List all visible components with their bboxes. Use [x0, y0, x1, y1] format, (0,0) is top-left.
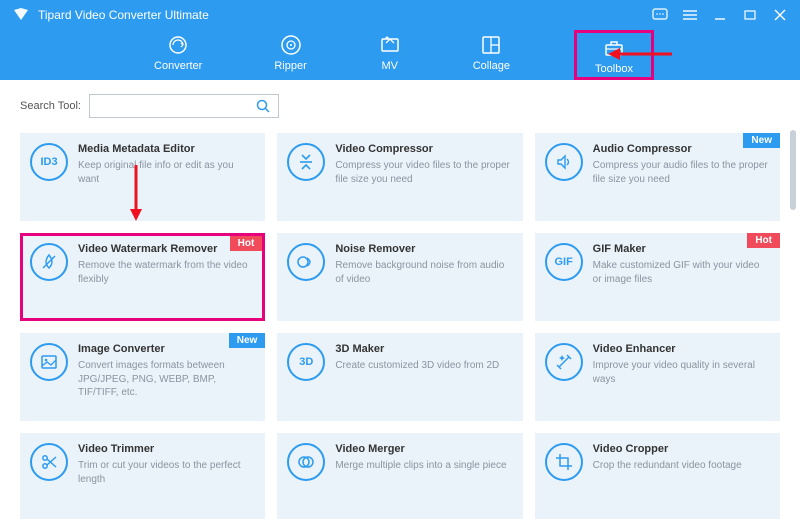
- app-logo-icon: [12, 6, 30, 24]
- card-desc: Make customized GIF with your video or i…: [593, 259, 768, 286]
- hot-badge: Hot: [747, 233, 780, 248]
- new-badge: New: [743, 133, 780, 148]
- card-title: Audio Compressor: [593, 143, 768, 155]
- scrollbar[interactable]: [790, 130, 796, 210]
- tool-video-compressor[interactable]: Video Compressor Compress your video fil…: [277, 133, 522, 221]
- content-area: Search Tool: ID3 Media Metadata Editor K…: [0, 80, 800, 519]
- tool-video-cropper[interactable]: Video Cropper Crop the redundant video f…: [535, 433, 780, 519]
- 3d-icon: 3D: [287, 343, 325, 381]
- card-title: Noise Remover: [335, 243, 510, 255]
- card-title: 3D Maker: [335, 343, 510, 355]
- tab-label: Converter: [154, 60, 202, 72]
- hot-badge: Hot: [230, 236, 263, 251]
- tool-video-trimmer[interactable]: Video Trimmer Trim or cut your videos to…: [20, 433, 265, 519]
- card-title: Video Cropper: [593, 443, 768, 455]
- compress-icon: [287, 143, 325, 181]
- card-title: GIF Maker: [593, 243, 768, 255]
- card-desc: Crop the redundant video footage: [593, 459, 768, 473]
- watermark-icon: [30, 243, 68, 281]
- enhance-icon: [545, 343, 583, 381]
- card-desc: Create customized 3D video from 2D: [335, 359, 510, 373]
- card-title: Media Metadata Editor: [78, 143, 253, 155]
- toolbox-icon: [603, 37, 625, 59]
- tool-grid: ID3 Media Metadata Editor Keep original …: [20, 133, 780, 519]
- tool-audio-compressor[interactable]: New Audio Compressor Compress your audio…: [535, 133, 780, 221]
- card-desc: Convert images formats between JPG/JPEG,…: [78, 359, 253, 400]
- card-desc: Remove background noise from audio of vi…: [335, 259, 510, 286]
- card-desc: Remove the watermark from the video flex…: [78, 259, 253, 286]
- tab-label: MV: [381, 60, 398, 72]
- search-icon[interactable]: [254, 97, 272, 115]
- mv-icon: [379, 34, 401, 56]
- tab-label: Collage: [473, 60, 510, 72]
- tool-3d-maker[interactable]: 3D 3D Maker Create customized 3D video f…: [277, 333, 522, 421]
- search-label: Search Tool:: [20, 100, 81, 112]
- card-title: Video Trimmer: [78, 443, 253, 455]
- tab-label: Ripper: [274, 60, 306, 72]
- new-badge: New: [229, 333, 266, 348]
- tab-converter[interactable]: Converter: [146, 30, 210, 80]
- card-title: Video Merger: [335, 443, 510, 455]
- card-desc: Keep original file info or edit as you w…: [78, 159, 253, 186]
- tool-media-metadata-editor[interactable]: ID3 Media Metadata Editor Keep original …: [20, 133, 265, 221]
- tab-toolbox[interactable]: Toolbox: [574, 30, 654, 80]
- collage-icon: [480, 34, 502, 56]
- card-title: Video Watermark Remover: [78, 243, 253, 255]
- tab-mv[interactable]: MV: [371, 30, 409, 80]
- card-title: Image Converter: [78, 343, 253, 355]
- tab-ripper[interactable]: Ripper: [266, 30, 314, 80]
- tool-video-merger[interactable]: Video Merger Merge multiple clips into a…: [277, 433, 522, 519]
- tool-video-watermark-remover[interactable]: Hot Video Watermark Remover Remove the w…: [20, 233, 265, 321]
- tab-label: Toolbox: [595, 63, 633, 75]
- image-icon: [30, 343, 68, 381]
- noise-icon: [287, 243, 325, 281]
- card-title: Video Compressor: [335, 143, 510, 155]
- search-row: Search Tool:: [20, 94, 780, 118]
- tool-video-enhancer[interactable]: Video Enhancer Improve your video qualit…: [535, 333, 780, 421]
- tool-image-converter[interactable]: New Image Converter Convert images forma…: [20, 333, 265, 421]
- ripper-icon: [280, 34, 302, 56]
- crop-icon: [545, 443, 583, 481]
- trim-icon: [30, 443, 68, 481]
- titlebar-top: Tipard Video Converter Ultimate: [0, 0, 800, 30]
- merge-icon: [287, 443, 325, 481]
- tab-collage[interactable]: Collage: [465, 30, 518, 80]
- converter-icon: [167, 34, 189, 56]
- card-desc: Merge multiple clips into a single piece: [335, 459, 510, 473]
- minimize-icon[interactable]: [712, 7, 728, 23]
- menu-icon[interactable]: [682, 7, 698, 23]
- maximize-icon[interactable]: [742, 7, 758, 23]
- titlebar: Tipard Video Converter Ultimate Con: [0, 0, 800, 80]
- close-icon[interactable]: [772, 7, 788, 23]
- main-tabs: Converter Ripper MV Collage Toolbox: [0, 30, 800, 80]
- feedback-icon[interactable]: [652, 7, 668, 23]
- card-desc: Compress your audio files to the proper …: [593, 159, 768, 186]
- tool-noise-remover[interactable]: Noise Remover Remove background noise fr…: [277, 233, 522, 321]
- tool-gif-maker[interactable]: Hot GIF GIF Maker Make customized GIF wi…: [535, 233, 780, 321]
- window-controls: [652, 7, 788, 23]
- search-input[interactable]: [96, 95, 254, 117]
- search-box: [89, 94, 279, 118]
- card-desc: Compress your video files to the proper …: [335, 159, 510, 186]
- app-title: Tipard Video Converter Ultimate: [38, 8, 652, 22]
- id3-icon: ID3: [30, 143, 68, 181]
- card-desc: Trim or cut your videos to the perfect l…: [78, 459, 253, 486]
- card-title: Video Enhancer: [593, 343, 768, 355]
- audio-compress-icon: [545, 143, 583, 181]
- gif-icon: GIF: [545, 243, 583, 281]
- card-desc: Improve your video quality in several wa…: [593, 359, 768, 386]
